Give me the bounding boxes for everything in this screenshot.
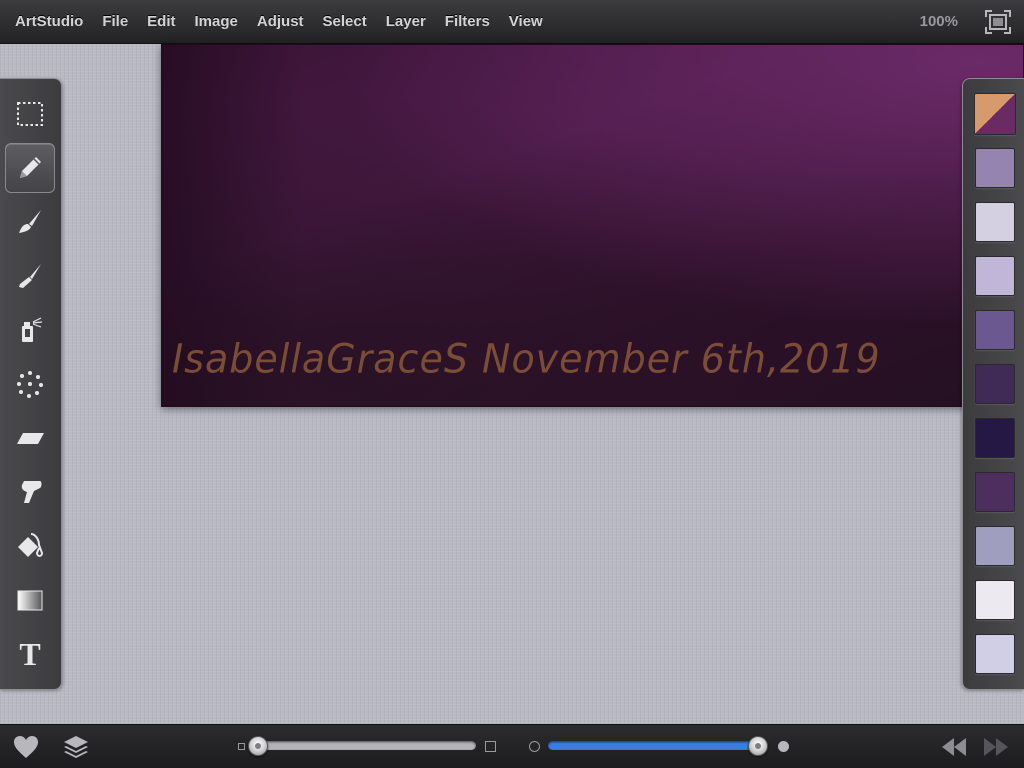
palette-swatch[interactable] (975, 580, 1015, 620)
brush-tool[interactable] (5, 197, 55, 247)
pencil-icon (20, 157, 41, 178)
drawing-canvas[interactable]: IsabellaGraceS November 6th,2019 (161, 44, 1024, 407)
opacity-max-marker (778, 741, 789, 752)
knob-center (255, 743, 261, 749)
menu-view[interactable]: View (509, 0, 543, 44)
palette-swatch[interactable] (975, 364, 1015, 404)
canvas-signature-text: IsabellaGraceS November 6th,2019 (172, 335, 881, 383)
menu-image[interactable]: Image (195, 0, 238, 44)
menu-bar: ArtStudio File Edit Image Adjust Select … (0, 0, 1024, 44)
menu-layer[interactable]: Layer (386, 0, 426, 44)
current-color-swatch[interactable] (974, 93, 1016, 135)
menu-adjust[interactable]: Adjust (257, 0, 304, 44)
menu-artstudio[interactable]: ArtStudio (15, 0, 83, 44)
fullscreen-icon (985, 10, 1011, 34)
menu-select[interactable]: Select (323, 0, 367, 44)
gradient-icon (17, 590, 43, 611)
palette-swatch[interactable] (975, 256, 1015, 296)
smudge-icon (21, 481, 42, 503)
palette-swatch[interactable] (975, 472, 1015, 512)
eraser-icon (17, 433, 44, 444)
layers-icon[interactable] (62, 734, 90, 760)
size-min-marker (238, 743, 245, 750)
opacity-knob[interactable] (748, 736, 768, 756)
tool-panel: T (0, 78, 62, 690)
selection-tool[interactable] (5, 89, 55, 139)
gradient-tool[interactable] (5, 575, 55, 625)
zoom-level[interactable]: 100% (920, 0, 958, 44)
spray-can-icon (22, 317, 43, 342)
pencil-tool[interactable] (5, 143, 55, 193)
eraser-tool[interactable] (5, 413, 55, 463)
smudge-tool[interactable] (5, 467, 55, 517)
brush-size-knob[interactable] (248, 736, 268, 756)
brush-icon (19, 210, 41, 233)
opacity-slider[interactable] (548, 741, 758, 750)
paint-bucket-icon (18, 533, 44, 557)
dots-circle-icon (17, 371, 43, 398)
heart-icon[interactable] (12, 734, 40, 760)
palette-swatch[interactable] (975, 634, 1015, 674)
fast-forward-icon[interactable] (982, 734, 1010, 760)
text-tool[interactable]: T (5, 629, 55, 679)
menu-filters[interactable]: Filters (445, 0, 490, 44)
fine-brush-tool[interactable] (5, 251, 55, 301)
rewind-icon[interactable] (940, 734, 968, 760)
brush-size-slider[interactable] (258, 741, 476, 750)
bottom-bar (0, 724, 1024, 768)
palette-swatch[interactable] (975, 202, 1015, 242)
menu-file[interactable]: File (102, 0, 128, 44)
fullscreen-button[interactable] (984, 9, 1012, 35)
fine-brush-icon (19, 264, 41, 288)
palette-swatch[interactable] (975, 148, 1015, 188)
fill-tool[interactable] (5, 521, 55, 571)
airbrush-tool[interactable] (5, 305, 55, 355)
size-max-marker (485, 741, 496, 752)
scatter-tool[interactable] (5, 359, 55, 409)
text-icon: T (19, 635, 41, 672)
palette-swatch[interactable] (975, 526, 1015, 566)
knob-center (755, 743, 761, 749)
opacity-min-marker (529, 741, 540, 752)
menu-items: ArtStudio File Edit Image Adjust Select … (0, 0, 562, 43)
palette-swatch[interactable] (975, 310, 1015, 350)
color-palette (962, 78, 1024, 690)
palette-swatch[interactable] (975, 418, 1015, 458)
dotted-rect-icon (17, 102, 43, 126)
menu-edit[interactable]: Edit (147, 0, 175, 44)
